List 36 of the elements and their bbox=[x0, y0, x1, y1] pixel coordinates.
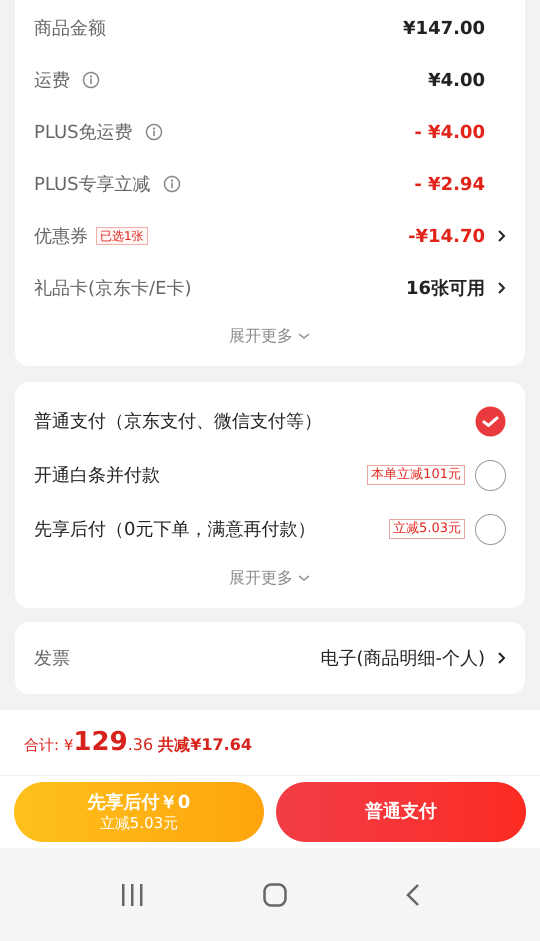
fee-label: 运费 bbox=[34, 68, 70, 92]
chevron-down-icon bbox=[297, 574, 311, 582]
radio-button[interactable] bbox=[475, 460, 506, 490]
expand-more-button[interactable]: 展开更多 bbox=[229, 314, 311, 358]
chevron-down-icon bbox=[297, 332, 311, 340]
fee-label: 礼品卡(京东卡/E卡) bbox=[34, 276, 192, 300]
payment-option-label[interactable]: 普通支付（京东支付、微信支付等） bbox=[34, 408, 322, 434]
back-icon[interactable] bbox=[406, 882, 420, 906]
payment-option-label[interactable]: 开通白条并付款 bbox=[34, 462, 160, 488]
info-icon[interactable] bbox=[144, 123, 163, 141]
fee-value: ¥147.00 bbox=[403, 16, 485, 40]
radio-button[interactable] bbox=[475, 514, 506, 544]
fee-label: PLUS专享立减 bbox=[34, 172, 151, 196]
recent-apps-icon[interactable] bbox=[120, 884, 144, 906]
discount-tag: 本单立减101元 bbox=[367, 465, 465, 485]
fee-value: 16张可用 bbox=[406, 276, 485, 300]
radio-checked-icon[interactable] bbox=[475, 406, 506, 436]
fee-value: - ¥2.94 bbox=[414, 172, 485, 196]
coupon-tag: 已选1张 bbox=[96, 227, 148, 245]
home-icon[interactable] bbox=[262, 882, 287, 906]
fee-value: ¥4.00 bbox=[428, 68, 485, 92]
info-icon[interactable] bbox=[82, 71, 100, 89]
pay-button[interactable]: 普通支付 bbox=[276, 782, 526, 842]
invoice-value[interactable]: 电子(商品明细-个人) bbox=[320, 644, 485, 672]
payment-option-label[interactable]: 先享后付（0元下单，满意再付款） bbox=[34, 516, 316, 542]
invoice-label: 发票 bbox=[34, 646, 70, 670]
fee-label: 优惠券 bbox=[34, 224, 88, 248]
info-icon[interactable] bbox=[162, 175, 181, 193]
order-total: 合计: ¥129.36 共减¥17.64 bbox=[24, 726, 252, 759]
fee-label: 商品金额 bbox=[34, 16, 106, 40]
expand-more-button[interactable]: 展开更多 bbox=[229, 556, 311, 600]
fee-label: PLUS免运费 bbox=[34, 120, 133, 144]
fee-value: -¥14.70 bbox=[408, 224, 485, 248]
discount-tag: 立减5.03元 bbox=[389, 519, 465, 539]
chevron-right-icon bbox=[497, 651, 506, 665]
fee-value: - ¥4.00 bbox=[414, 120, 485, 144]
